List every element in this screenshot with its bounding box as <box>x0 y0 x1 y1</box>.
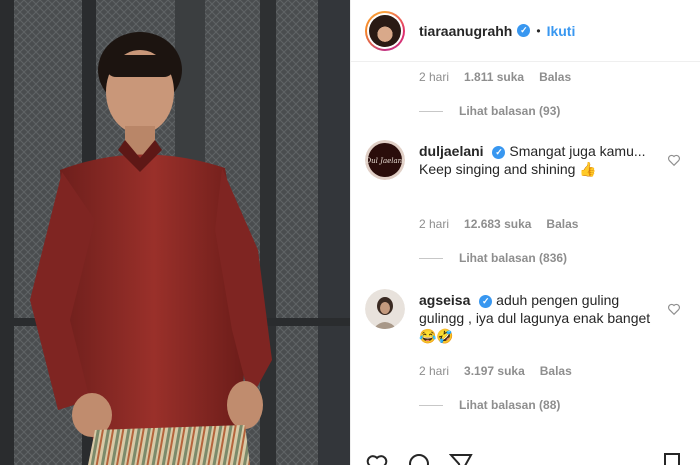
action-bar <box>365 452 473 465</box>
separator-dot: • <box>536 23 541 38</box>
heart-outline-icon[interactable] <box>667 302 681 316</box>
post-photo[interactable] <box>0 0 350 465</box>
comments-panel: tiaraanugrahh ✓ • Ikuti 2 hari 1.811 suk… <box>350 0 700 465</box>
post-photo-image <box>0 0 350 465</box>
share-icon[interactable] <box>448 452 473 465</box>
view-replies-label: Lihat balasan (88) <box>459 398 561 412</box>
like-icon[interactable] <box>365 452 389 465</box>
replies-line <box>419 110 443 112</box>
comment-text: agseisa ✓ aduh pengen guling gulingg , i… <box>419 291 659 345</box>
comment-likes[interactable]: 12.683 suka <box>464 217 531 231</box>
comment-icon[interactable] <box>407 452 431 465</box>
verified-badge-icon: ✓ <box>479 294 493 308</box>
bookmark-icon[interactable] <box>660 452 684 465</box>
comment-meta: 2 hari 1.811 suka Balas <box>419 70 571 84</box>
author-username[interactable]: tiaraanugrahh <box>419 23 512 39</box>
view-replies-button[interactable]: Lihat balasan (88) <box>419 398 560 412</box>
reply-button[interactable]: Balas <box>540 364 572 378</box>
verified-badge-icon: ✓ <box>517 24 531 37</box>
comment-likes[interactable]: 1.811 suka <box>464 70 524 84</box>
view-replies-label: Lihat balasan (93) <box>459 104 561 118</box>
author-avatar[interactable] <box>365 10 405 51</box>
post-header: tiaraanugrahh ✓ • Ikuti <box>351 0 700 62</box>
commenter-username[interactable]: duljaelani <box>419 143 484 159</box>
comment-time[interactable]: 2 hari <box>419 70 449 84</box>
comment-likes[interactable]: 3.197 suka <box>464 364 525 378</box>
follow-button[interactable]: Ikuti <box>547 23 576 39</box>
comment-item: Dul Jaelani duljaelani ✓ Smangat juga ka… <box>365 140 695 200</box>
comment-meta: 2 hari 3.197 suka Balas <box>419 364 572 378</box>
commenter-avatar[interactable]: Dul Jaelani <box>365 140 405 180</box>
view-replies-label: Lihat balasan (836) <box>459 251 568 265</box>
replies-line <box>419 257 443 259</box>
reply-button[interactable]: Balas <box>539 70 571 84</box>
view-replies-button[interactable]: Lihat balasan (836) <box>419 251 567 265</box>
comment-time[interactable]: 2 hari <box>419 364 449 378</box>
heart-outline-icon[interactable] <box>667 153 681 167</box>
reply-button[interactable]: Balas <box>546 217 578 231</box>
comment-text: duljaelani ✓ Smangat juga kamu... Keep s… <box>419 142 659 178</box>
verified-badge-icon: ✓ <box>492 145 506 159</box>
commenter-avatar[interactable] <box>365 289 405 329</box>
avatar-logo-text: Dul Jaelani <box>365 157 404 165</box>
comment-item: agseisa ✓ aduh pengen guling gulingg , i… <box>365 289 695 349</box>
comment-time[interactable]: 2 hari <box>419 217 449 231</box>
replies-line <box>419 404 443 406</box>
comment-meta: 2 hari 12.683 suka Balas <box>419 217 578 231</box>
commenter-username[interactable]: agseisa <box>419 292 470 308</box>
view-replies-button[interactable]: Lihat balasan (93) <box>419 104 560 118</box>
